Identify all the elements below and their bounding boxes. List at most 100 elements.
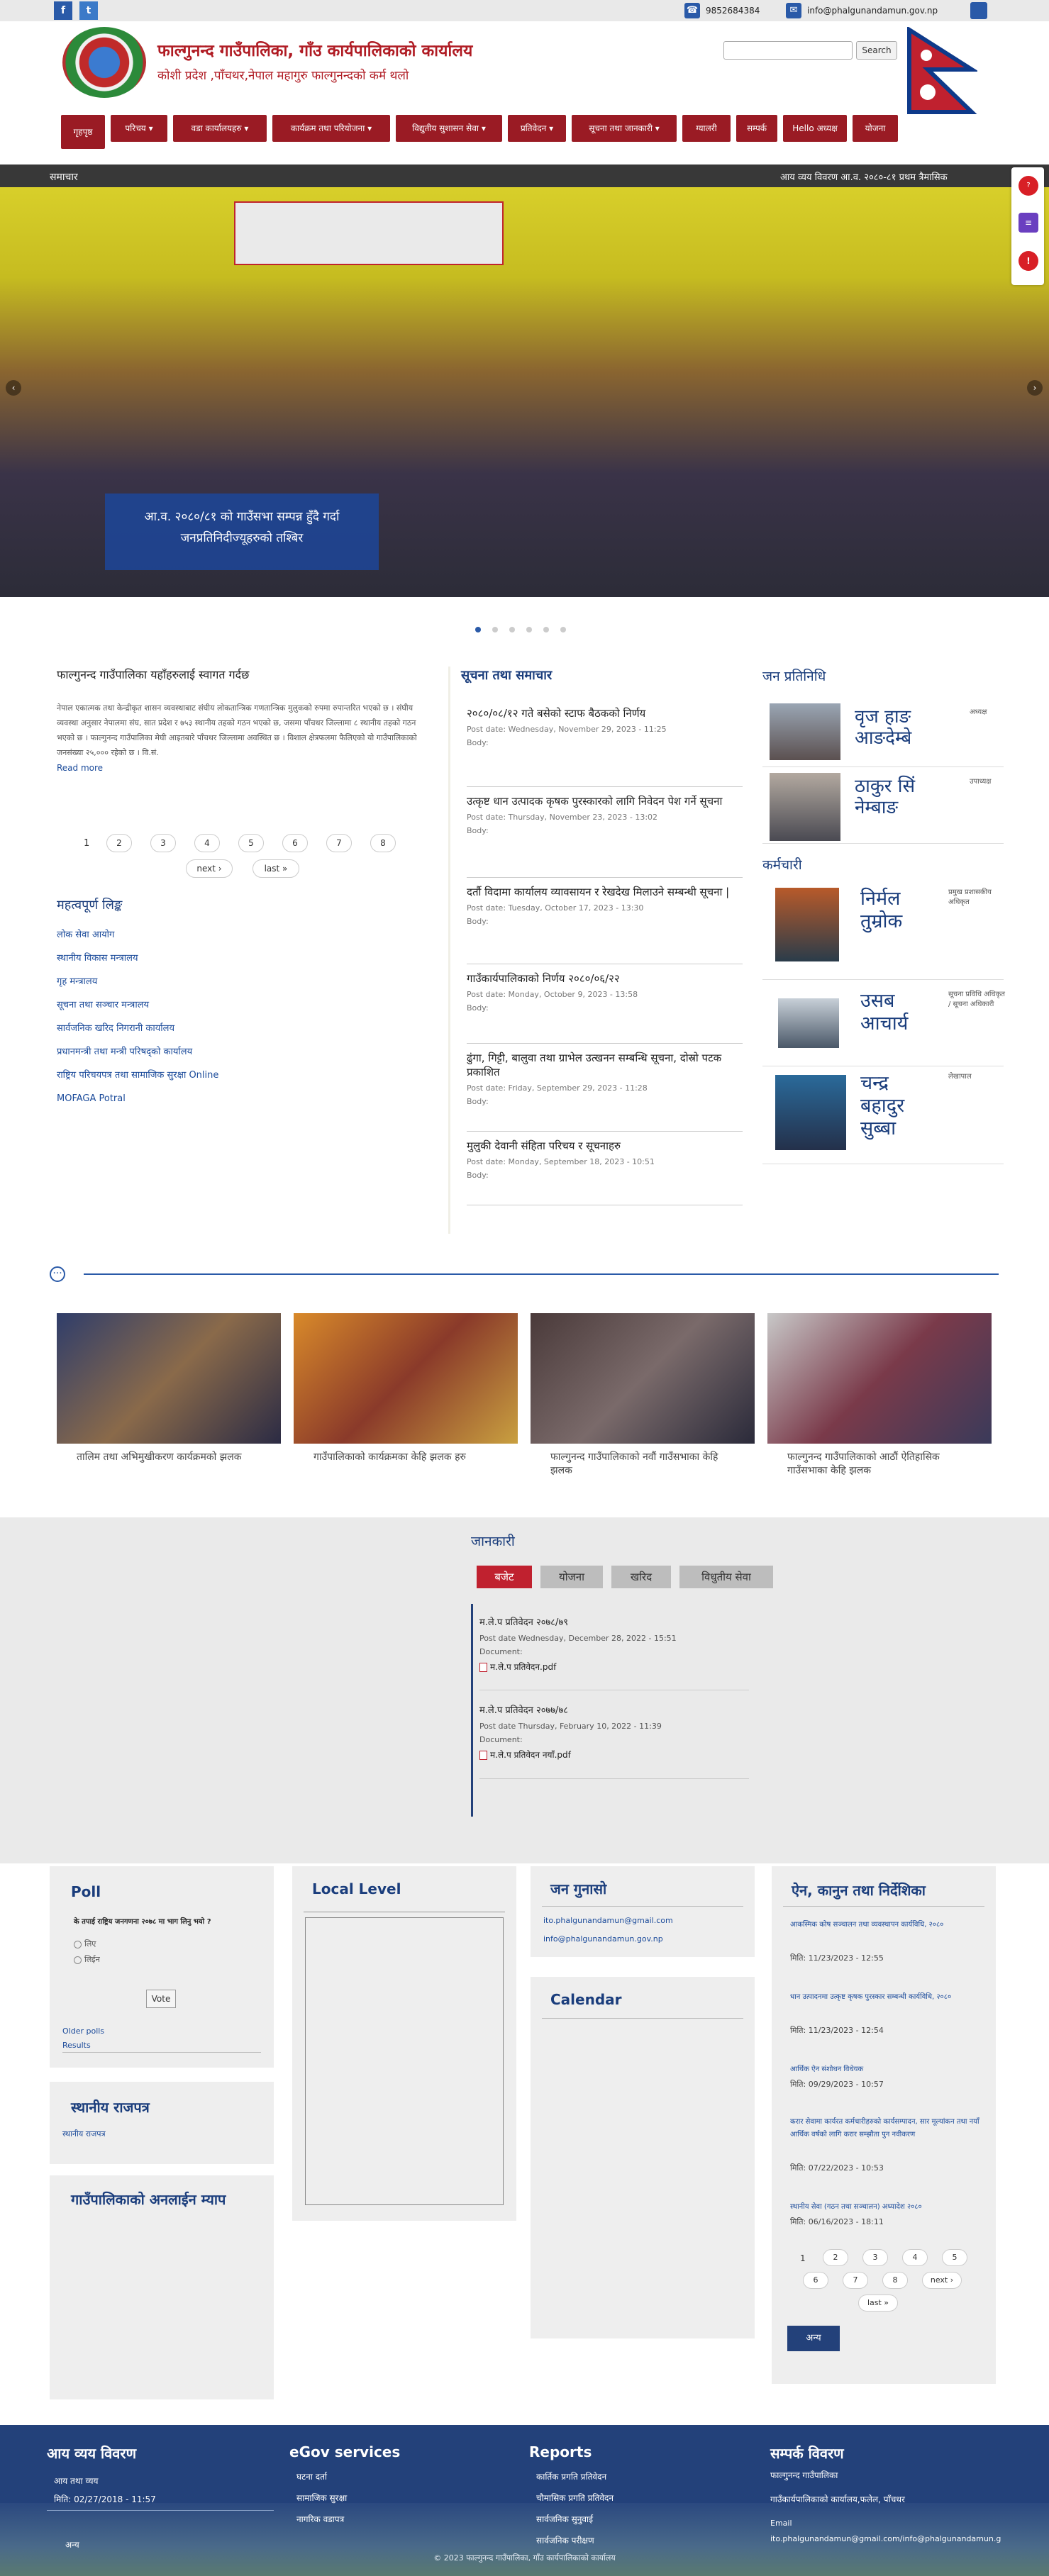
poll-radio[interactable] — [74, 1956, 82, 1964]
news-item-title[interactable]: उत्कृष्ट धान उत्पादक कृषक पुरस्कारको लाग… — [467, 794, 743, 808]
footer-report-link[interactable]: सार्वजनिक सुनुवाई — [536, 2513, 593, 2525]
pager-link[interactable]: 7 — [326, 834, 352, 852]
tab-electronic-services[interactable]: विधुतीय सेवा — [679, 1566, 773, 1588]
rep-card[interactable]: वृज हाङ आङदेम्बे अध्यक्ष — [762, 698, 1004, 767]
nav-item-gallery[interactable]: ग्यालरी — [682, 115, 731, 142]
pager-link[interactable]: 3 — [150, 834, 176, 852]
gallery-image[interactable] — [531, 1313, 755, 1444]
rep-card[interactable]: ठाकुर सिं नेम्बाङ उपाध्यक्ष — [762, 767, 1004, 844]
laws-pager-link[interactable]: 4 — [902, 2249, 928, 2266]
info-item-title[interactable]: म.ले.प प्रतिवेदन २०७८/७९ — [479, 1615, 749, 1628]
slider-dot[interactable] — [560, 627, 566, 632]
news-item-title[interactable]: २०८०/०८/१२ गते बसेको स्टाफ बैठकको निर्णय — [467, 706, 743, 720]
email-link[interactable]: info@phalgunandamun.gov.np — [807, 6, 938, 16]
gallery-caption[interactable]: फाल्गुनन्द गाउँपालिकाको आठौं ऐतिहासिक गा… — [787, 1451, 979, 1478]
laws-pager-last[interactable]: last » — [858, 2295, 898, 2312]
news-item-title[interactable]: ढुंगा, गिट्टी, बालुवा तथा ग्राभेल उत्खनन… — [467, 1051, 743, 1079]
nav-item-reports[interactable]: प्रतिवेदन ▾ — [508, 115, 566, 142]
nav-item-home[interactable]: गृहपृष्ठ — [61, 115, 105, 149]
read-more-link[interactable]: Read more — [57, 763, 440, 773]
tab-plans[interactable]: योजना — [540, 1566, 603, 1588]
twitter-icon[interactable]: t — [79, 1, 98, 20]
link-item[interactable]: स्थानीय विकास मन्त्रालय — [57, 947, 440, 970]
faq-icon[interactable]: ? — [1019, 176, 1038, 196]
nav-item-about[interactable]: परिचय ▾ — [111, 115, 167, 142]
footer-contact-emails[interactable]: ito.phalgunandamun@gmail.com/info@phalgu… — [770, 2534, 1047, 2543]
gallery-caption[interactable]: गाउँपालिकाको कार्यक्रमका केहि झलक हरु — [313, 1451, 505, 1464]
nav-item-contact[interactable]: सम्पर्क — [736, 115, 777, 142]
footer-egov-link[interactable]: सामाजिक सुरक्षा — [296, 2492, 347, 2504]
info-item-title[interactable]: म.ले.प प्रतिवेदन २०७७/७८ — [479, 1703, 749, 1716]
gallery-image[interactable] — [57, 1313, 281, 1444]
link-item[interactable]: प्रधानमन्त्री तथा मन्त्री परिषद्को कार्य… — [57, 1040, 440, 1064]
poll-option[interactable]: लिए — [84, 1939, 96, 1948]
pager-link[interactable]: 5 — [238, 834, 264, 852]
law-item-title[interactable]: धान उत्पादनमा उत्कृष्ट कृषक पुरस्कार सम्… — [790, 1991, 982, 2004]
poll-radio[interactable] — [74, 1940, 82, 1948]
link-item[interactable]: राष्ट्रिय परिचयपत्र तथा सामाजिक सुरक्षा … — [57, 1064, 440, 1087]
nav-item-information[interactable]: सूचना तथा जानकारी ▾ — [572, 115, 677, 142]
link-item[interactable]: गृह मन्त्रालय — [57, 970, 440, 993]
link-item[interactable]: लोक सेवा आयोग — [57, 923, 440, 947]
search-button[interactable]: Search — [856, 41, 897, 60]
laws-pager-link[interactable]: 2 — [823, 2249, 848, 2266]
news-item-title[interactable]: गाउँकार्यपालिकाको निर्णय २०८०/०६/२२ — [467, 971, 743, 986]
nav-item-programs[interactable]: कार्यक्रम तथा परियोजना ▾ — [272, 115, 390, 142]
footer-report-link[interactable]: चौमासिक प्रगति प्रतिवेदन — [536, 2492, 614, 2504]
tab-procurement[interactable]: खरिद — [611, 1566, 671, 1588]
pager-link[interactable]: 4 — [194, 834, 220, 852]
laws-pager-next[interactable]: next › — [922, 2272, 962, 2289]
law-item-title[interactable]: करार सेवामा कार्यरत कर्मचारीहरुको कार्यस… — [790, 2116, 982, 2141]
news-ticker-text[interactable]: आय व्यय विवरण आ.व. २०८०-८१ प्रथम त्रैमास… — [780, 170, 948, 183]
vote-button[interactable]: Vote — [146, 1990, 176, 2008]
sitemap-icon[interactable] — [970, 2, 987, 19]
link-item[interactable]: सार्वजनिक खरिद निगरानी कार्यालय — [57, 1017, 440, 1040]
pager-link[interactable]: 6 — [282, 834, 308, 852]
gazette-link[interactable]: स्थानीय राजपत्र — [62, 2129, 106, 2139]
news-item-title[interactable]: मुलुकी देवानी संहिता परिचय र सूचनाहरु — [467, 1139, 743, 1153]
slider-dot[interactable] — [526, 627, 532, 632]
footer-egov-link[interactable]: घटना दर्ता — [296, 2470, 327, 2482]
more-icon[interactable]: ··· — [50, 1266, 65, 1282]
footer-income-link[interactable]: आय तथा व्यय — [54, 2475, 99, 2487]
laws-pager-link[interactable]: 3 — [862, 2249, 888, 2266]
nav-item-hello-chair[interactable]: Hello अध्यक्ष — [783, 115, 847, 142]
footer-report-link[interactable]: सार्वजनिक परीक्षण — [536, 2534, 594, 2546]
laws-more-button[interactable]: अन्य — [787, 2326, 840, 2351]
law-item-title[interactable]: आर्थिक ऐन संशोधन विधेयक — [790, 2063, 982, 2076]
phone-number[interactable]: 9852684384 — [706, 6, 760, 16]
pager-next[interactable]: next › — [186, 859, 233, 878]
link-item[interactable]: सूचना तथा सञ्चार मन्त्रालय — [57, 993, 440, 1017]
slider-next-button[interactable]: › — [1027, 380, 1043, 396]
complaints-email-link[interactable]: ito.phalgunandamun@gmail.com — [543, 1916, 673, 1925]
footer-report-link[interactable]: कार्तिक प्रगति प्रतिवेदन — [536, 2470, 606, 2482]
info-item-file[interactable]: म.ले.प प्रतिवेदन.pdf — [490, 1662, 556, 1672]
poll-option[interactable]: लिईन — [84, 1955, 100, 1964]
news-item-title[interactable]: दर्तौ विदामा कार्यालय व्यावसायन र रेखदेख… — [467, 885, 743, 899]
slider-dot[interactable] — [543, 627, 549, 632]
nav-item-ward-offices[interactable]: वडा कार्यालयहरु ▾ — [173, 115, 267, 142]
complaints-email-link[interactable]: info@phalgunandamun.gov.np — [543, 1934, 663, 1944]
local-level-frame[interactable] — [305, 1917, 504, 2205]
laws-pager-link[interactable]: 5 — [942, 2249, 967, 2266]
staff-card[interactable]: निर्मल तुम्रोक प्रमुख प्रशासकीय अधिकृत — [762, 882, 1004, 980]
facebook-icon[interactable]: f — [54, 1, 72, 20]
pager-link[interactable]: 8 — [370, 834, 396, 852]
gallery-image[interactable] — [294, 1313, 518, 1444]
pager-last[interactable]: last » — [252, 859, 299, 878]
info-item-file[interactable]: म.ले.प प्रतिवेदन नयाँ.pdf — [490, 1750, 571, 1760]
search-input[interactable] — [723, 41, 853, 60]
poll-results-link[interactable]: Results — [62, 2041, 91, 2050]
older-polls-link[interactable]: Older polls — [62, 2026, 104, 2036]
chat-icon[interactable]: ≡ — [1019, 213, 1038, 233]
tab-budget[interactable]: बजेट — [477, 1566, 532, 1588]
nav-item-egov[interactable]: विद्युतीय सुशासन सेवा ▾ — [396, 115, 502, 142]
link-item[interactable]: MOFAGA Potral — [57, 1087, 440, 1110]
gallery-caption[interactable]: तालिम तथा अभिमुखीकरण कार्यक्रमको झलक — [77, 1451, 268, 1464]
laws-pager-link[interactable]: 7 — [843, 2272, 868, 2289]
law-item-title[interactable]: आकस्मिक कोष सञ्चालन तथा व्यवस्थापन कार्य… — [790, 1919, 982, 1931]
nav-item-plans[interactable]: योजना — [853, 115, 898, 142]
slider-dot[interactable] — [492, 627, 498, 632]
footer-egov-link[interactable]: नागरिक वडापत्र — [296, 2513, 344, 2525]
staff-card[interactable]: उसब आचार्य सूचना प्रविधि अधिकृत / सूचना … — [762, 980, 1005, 1066]
